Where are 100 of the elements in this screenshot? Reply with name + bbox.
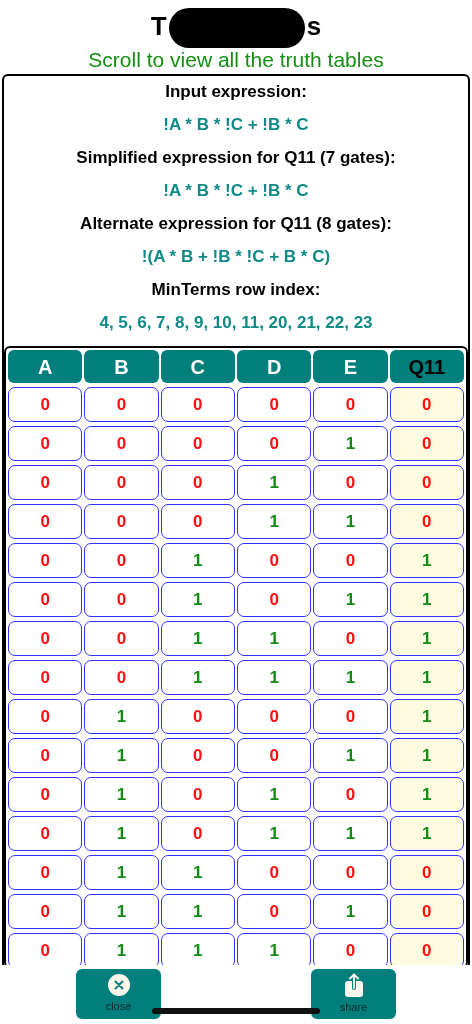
table-cell: 1 — [84, 855, 159, 890]
table-cell: 1 — [84, 699, 159, 734]
expression-text: !A * B * !C + !B * C — [163, 114, 309, 136]
section-heading: Input expression: — [165, 82, 307, 103]
table-cell: 1 — [160, 894, 235, 929]
table-cell: 1 — [313, 816, 388, 851]
table-cell: 1 — [313, 738, 388, 773]
table-cell: 0 — [84, 582, 159, 617]
table-cell: 0 — [313, 777, 388, 812]
table-cell: 1 — [313, 660, 388, 695]
section-heading: Alternate expression for Q11 (8 gates): — [80, 214, 392, 235]
table-cell: 0 — [237, 543, 312, 578]
column-header: Q11 — [389, 350, 464, 383]
page-title: s — [306, 9, 322, 43]
table-cell: 0 — [160, 777, 235, 812]
subtitle: Scroll to view all the truth tables — [88, 48, 384, 72]
table-cell: 0 — [237, 426, 312, 461]
table-cell: 0 — [160, 426, 235, 461]
table-cell: 0 — [313, 855, 388, 890]
table-cell: 1 — [237, 777, 312, 812]
table-cell: 1 — [389, 777, 464, 812]
table-cell: 0 — [160, 699, 235, 734]
share-button[interactable]: share — [311, 969, 396, 1019]
table-cell: 0 — [8, 504, 83, 539]
table-cell: 1 — [389, 582, 464, 617]
table-cell: 1 — [237, 660, 312, 695]
table-cell: 0 — [84, 465, 159, 500]
table-cell: 0 — [160, 387, 235, 422]
table-cell: 1 — [389, 621, 464, 656]
section-heading: MinTerms row index: — [151, 280, 321, 301]
table-cell: 0 — [84, 426, 159, 461]
expression-text: !(A * B + !B * !C + B * C) — [141, 246, 331, 268]
column-header: B — [84, 350, 159, 383]
table-cell: 0 — [8, 387, 83, 422]
table-cell: 0 — [313, 465, 388, 500]
table-cell: 1 — [84, 777, 159, 812]
table-cell: 0 — [160, 816, 235, 851]
table-cell: 1 — [160, 855, 235, 890]
table-cell: 0 — [8, 699, 83, 734]
table-cell: 0 — [8, 621, 83, 656]
column-header: C — [160, 350, 235, 383]
table-cell: 0 — [160, 465, 235, 500]
table-cell: 0 — [237, 582, 312, 617]
table-cell: 0 — [8, 933, 83, 965]
table-cell: 1 — [84, 933, 159, 965]
table-cell: 0 — [160, 504, 235, 539]
table-cell: 0 — [389, 465, 464, 500]
table-cell: 1 — [160, 621, 235, 656]
table-cell: 1 — [84, 738, 159, 773]
table-cell: 1 — [237, 621, 312, 656]
table-cell: 1 — [237, 816, 312, 851]
table-cell: 1 — [313, 894, 388, 929]
table-cell: 0 — [237, 855, 312, 890]
table-cell: 1 — [313, 504, 388, 539]
table-cell: 1 — [389, 816, 464, 851]
table-cell: 1 — [389, 699, 464, 734]
table-cell: 0 — [84, 660, 159, 695]
table-cell: 0 — [8, 660, 83, 695]
table-cell: 1 — [313, 426, 388, 461]
table-cell: 0 — [8, 855, 83, 890]
table-cell: 0 — [313, 933, 388, 965]
table-cell: 0 — [237, 699, 312, 734]
table-cell: 1 — [84, 816, 159, 851]
table-cell: 0 — [389, 894, 464, 929]
table-cell: 0 — [84, 543, 159, 578]
table-cell: 0 — [313, 543, 388, 578]
table-cell: 0 — [8, 543, 83, 578]
column-header: A — [8, 350, 83, 383]
table-cell: 0 — [84, 504, 159, 539]
page-title: T — [150, 9, 167, 43]
table-cell: 1 — [237, 933, 312, 965]
table-cell: 0 — [8, 816, 83, 851]
expression-text: 4, 5, 6, 7, 8, 9, 10, 11, 20, 21, 22, 23 — [99, 312, 373, 334]
table-cell: 1 — [389, 543, 464, 578]
table-cell: 0 — [389, 426, 464, 461]
table-cell: 0 — [237, 894, 312, 929]
table-cell: 0 — [313, 699, 388, 734]
table-cell: 1 — [313, 582, 388, 617]
section-heading: Simplified expression for Q11 (7 gates): — [76, 148, 396, 169]
table-cell: 1 — [160, 933, 235, 965]
table-cell: 1 — [160, 543, 235, 578]
table-cell: 0 — [313, 621, 388, 656]
table-cell: 0 — [389, 387, 464, 422]
table-cell: 0 — [389, 933, 464, 965]
column-header: D — [237, 350, 312, 383]
table-cell: 0 — [389, 504, 464, 539]
table-cell: 0 — [8, 738, 83, 773]
table-cell: 1 — [84, 894, 159, 929]
close-button[interactable]: close — [76, 969, 161, 1019]
table-cell: 1 — [389, 660, 464, 695]
table-cell: 0 — [160, 738, 235, 773]
table-cell: 1 — [160, 660, 235, 695]
expression-text: !A * B * !C + !B * C — [163, 180, 309, 202]
table-cell: 1 — [389, 738, 464, 773]
column-header: E — [313, 350, 388, 383]
table-cell: 0 — [237, 738, 312, 773]
table-cell: 0 — [8, 426, 83, 461]
table-cell: 0 — [389, 855, 464, 890]
table-cell: 0 — [8, 894, 83, 929]
table-cell: 0 — [84, 621, 159, 656]
